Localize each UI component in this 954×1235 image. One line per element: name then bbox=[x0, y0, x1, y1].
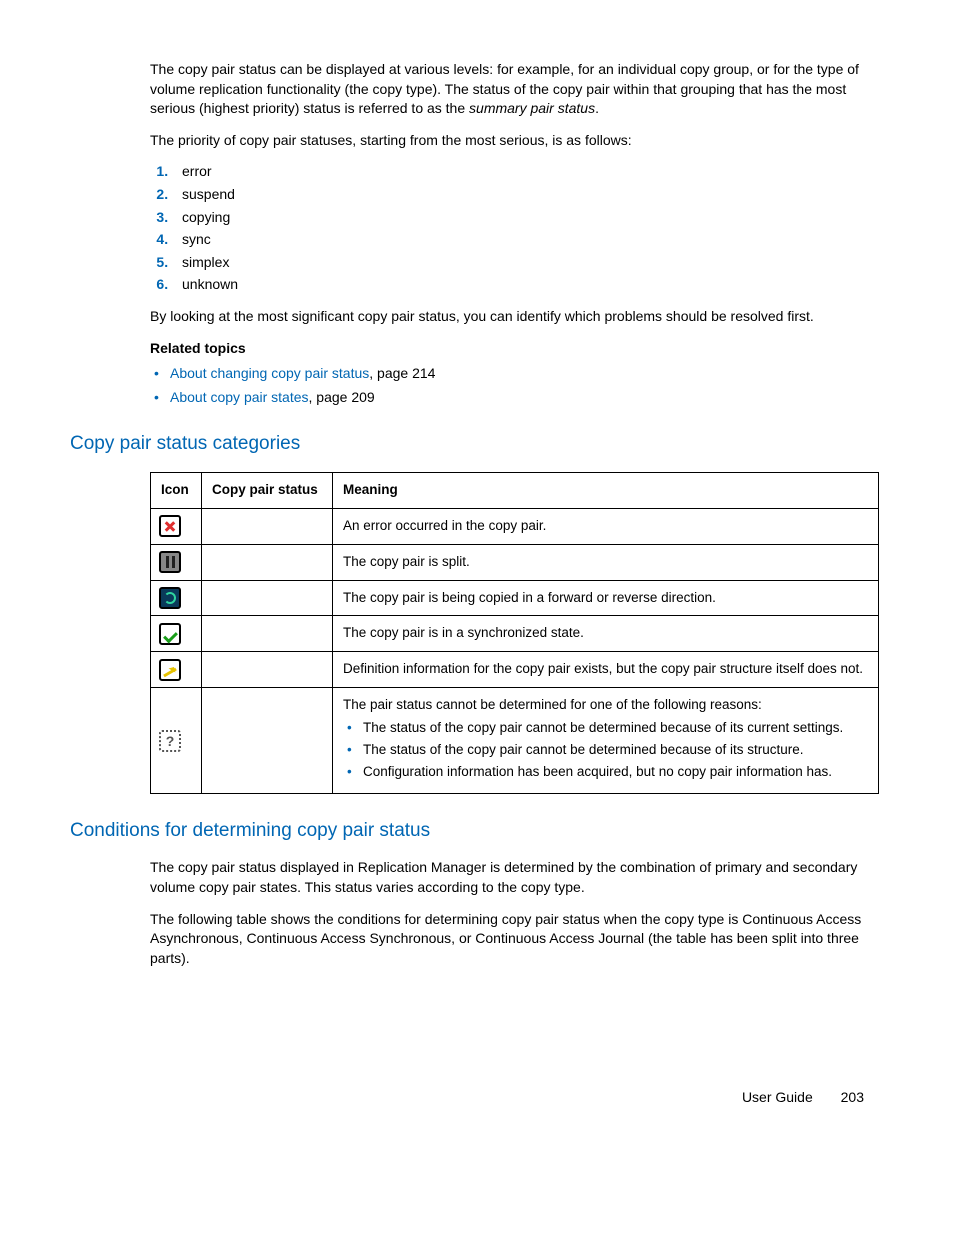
table-row: The copy pair is split. bbox=[151, 544, 879, 580]
priority-list: error suspend copying sync simplex unkno… bbox=[150, 162, 879, 295]
table-row: The copy pair is in a synchronized state… bbox=[151, 616, 879, 652]
related-suffix: , page 214 bbox=[369, 365, 435, 381]
table-row: ? The pair status cannot be determined f… bbox=[151, 688, 879, 794]
priority-item: suspend bbox=[172, 185, 879, 205]
related-link[interactable]: About copy pair states bbox=[170, 389, 309, 405]
meaning-cell: The copy pair is split. bbox=[333, 544, 879, 580]
meaning-cell: The copy pair is being copied in a forwa… bbox=[333, 580, 879, 616]
page-footer: User Guide 203 bbox=[70, 1088, 884, 1108]
status-categories-table: Icon Copy pair status Meaning An error o… bbox=[150, 472, 879, 794]
related-link[interactable]: About changing copy pair status bbox=[170, 365, 369, 381]
conditions-paragraph-2: The following table shows the conditions… bbox=[150, 910, 879, 969]
status-cell bbox=[202, 688, 333, 794]
status-cell bbox=[202, 616, 333, 652]
refresh-icon bbox=[159, 587, 181, 609]
meaning-cell: Definition information for the copy pair… bbox=[333, 652, 879, 688]
intro-paragraph: The copy pair status can be displayed at… bbox=[150, 60, 879, 119]
status-cell bbox=[202, 580, 333, 616]
reason-item: The status of the copy pair cannot be de… bbox=[347, 719, 868, 738]
status-cell bbox=[202, 544, 333, 580]
th-status: Copy pair status bbox=[202, 472, 333, 508]
summary-pair-status-term: summary pair status bbox=[469, 100, 595, 116]
table-row: An error occurred in the copy pair. bbox=[151, 508, 879, 544]
table-row: Definition information for the copy pair… bbox=[151, 652, 879, 688]
question-icon: ? bbox=[159, 730, 181, 752]
meaning-cell: The copy pair is in a synchronized state… bbox=[333, 616, 879, 652]
heading-conditions: Conditions for determining copy pair sta… bbox=[70, 818, 879, 845]
conditions-paragraph-1: The copy pair status displayed in Replic… bbox=[150, 858, 879, 897]
error-icon bbox=[159, 515, 181, 537]
th-icon: Icon bbox=[151, 472, 202, 508]
reason-item: Configuration information has been acqui… bbox=[347, 763, 868, 782]
row6-reasons-list: The status of the copy pair cannot be de… bbox=[343, 719, 868, 782]
page-number: 203 bbox=[841, 1088, 864, 1108]
intro-end: . bbox=[595, 100, 599, 116]
check-icon bbox=[159, 623, 181, 645]
related-suffix: , page 209 bbox=[309, 389, 375, 405]
related-topics-heading: Related topics bbox=[150, 339, 879, 359]
priority-item: sync bbox=[172, 230, 879, 250]
related-topic-item: About copy pair states, page 209 bbox=[154, 388, 879, 408]
related-topics-list: About changing copy pair status, page 21… bbox=[150, 364, 879, 407]
pause-icon bbox=[159, 551, 181, 573]
heading-copy-pair-status-categories: Copy pair status categories bbox=[70, 431, 879, 458]
priority-item: unknown bbox=[172, 275, 879, 295]
priority-item: error bbox=[172, 162, 879, 182]
status-cell bbox=[202, 652, 333, 688]
priority-item: simplex bbox=[172, 253, 879, 273]
row6-intro: The pair status cannot be determined for… bbox=[343, 697, 762, 712]
priority-item: copying bbox=[172, 208, 879, 228]
after-priority-paragraph: By looking at the most significant copy … bbox=[150, 307, 879, 327]
meaning-cell: An error occurred in the copy pair. bbox=[333, 508, 879, 544]
reason-item: The status of the copy pair cannot be de… bbox=[347, 741, 868, 760]
table-row: The copy pair is being copied in a forwa… bbox=[151, 580, 879, 616]
footer-label: User Guide bbox=[742, 1089, 813, 1105]
arrow-icon bbox=[159, 659, 181, 681]
related-topic-item: About changing copy pair status, page 21… bbox=[154, 364, 879, 384]
priority-intro: The priority of copy pair statuses, star… bbox=[150, 131, 879, 151]
th-meaning: Meaning bbox=[333, 472, 879, 508]
status-cell bbox=[202, 508, 333, 544]
meaning-cell: The pair status cannot be determined for… bbox=[333, 688, 879, 794]
